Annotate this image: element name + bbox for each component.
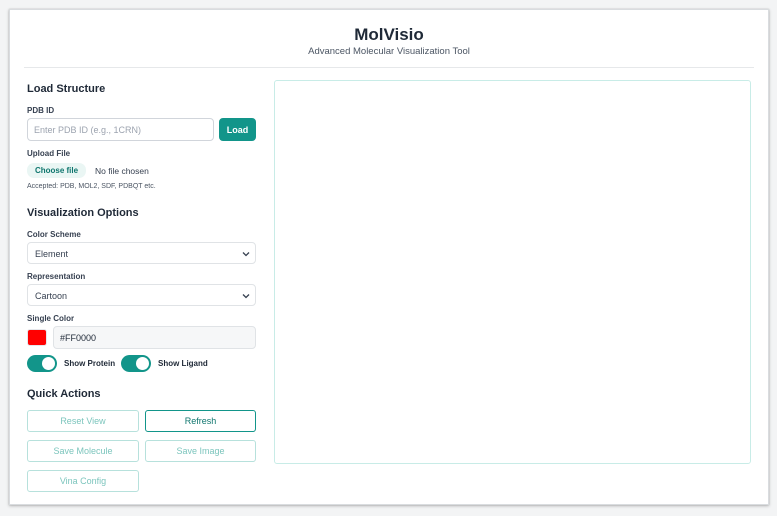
chevron-down-icon: [242, 294, 250, 299]
pdb-id-label: PDB ID: [27, 106, 55, 115]
color-scheme-value: Element: [35, 249, 69, 259]
quick-actions-heading: Quick Actions: [27, 388, 101, 400]
color-scheme-label: Color Scheme: [27, 230, 81, 239]
app-title: MolVisio: [354, 25, 424, 44]
color-picker-swatch[interactable]: [27, 329, 47, 346]
color-scheme-select[interactable]: Element: [27, 242, 256, 264]
save-image-button[interactable]: Save Image: [145, 440, 256, 462]
single-color-hex-value: #FF0000: [60, 333, 97, 343]
toggle-knob: [136, 357, 149, 370]
visualization-options-heading: Visualization Options: [27, 207, 139, 219]
upload-file-label: Upload File: [27, 149, 71, 158]
representation-value: Cartoon: [35, 291, 68, 301]
show-ligand-toggle[interactable]: [121, 355, 151, 372]
single-color-label: Single Color: [27, 314, 75, 323]
accepted-formats-text: Accepted: PDB, MOL2, SDF, PDBQT etc.: [27, 183, 156, 190]
reset-view-button[interactable]: Reset View: [27, 410, 139, 432]
app-header: MolVisio Advanced Molecular Visualizatio…: [24, 10, 754, 68]
toggle-knob: [42, 357, 55, 370]
app-window: MolVisio Advanced Molecular Visualizatio…: [9, 9, 769, 505]
no-file-text: No file chosen: [95, 166, 149, 176]
save-molecule-button[interactable]: Save Molecule: [27, 440, 139, 462]
show-ligand-label: Show Ligand: [158, 359, 208, 368]
vina-config-button[interactable]: Vina Config: [27, 470, 139, 492]
choose-file-button[interactable]: Choose file: [27, 163, 86, 178]
representation-select[interactable]: Cartoon: [27, 284, 256, 306]
refresh-button[interactable]: Refresh: [145, 410, 256, 432]
app-subtitle: Advanced Molecular Visualization Tool: [308, 46, 470, 57]
pdb-id-input[interactable]: [27, 118, 214, 141]
representation-label: Representation: [27, 272, 86, 281]
molecule-viewer-canvas[interactable]: [274, 80, 751, 464]
load-button[interactable]: Load: [219, 118, 256, 141]
show-protein-toggle[interactable]: [27, 355, 57, 372]
load-structure-heading: Load Structure: [27, 83, 106, 95]
single-color-hex-field[interactable]: #FF0000: [53, 326, 256, 349]
show-protein-label: Show Protein: [64, 359, 116, 368]
chevron-down-icon: [242, 252, 250, 257]
